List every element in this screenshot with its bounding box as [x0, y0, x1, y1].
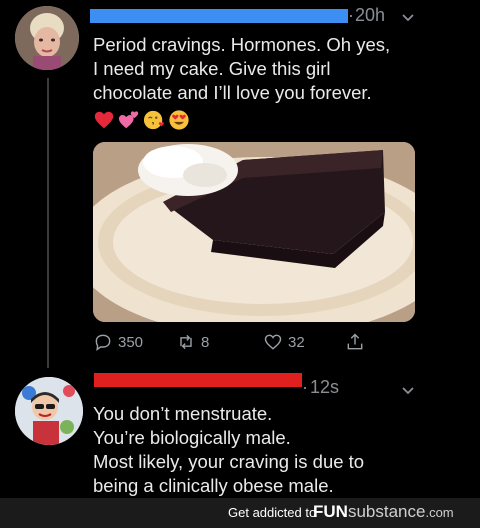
two-hearts-icon	[118, 111, 139, 129]
share-icon	[347, 333, 363, 350]
face-blowing-kiss-icon	[143, 110, 164, 130]
redacted-username	[90, 9, 348, 23]
avatar[interactable]	[15, 377, 83, 445]
reply-icon	[95, 334, 111, 352]
retweet-count: 8	[201, 333, 210, 351]
like-button[interactable]: 32	[263, 332, 305, 352]
tweet-reply[interactable]: · 12s You don’t menstruate. You’re biolo…	[0, 362, 480, 498]
tweet-line: Most likely, your craving is due to	[93, 451, 365, 472]
media-photo-chocolate-cake[interactable]	[93, 142, 415, 322]
emoji-row	[93, 109, 190, 131]
tweet-line: chocolate and I’ll love you forever.	[93, 82, 372, 103]
retweet-icon	[180, 334, 192, 350]
share-button[interactable]	[345, 332, 365, 352]
separator-dot: ·	[348, 5, 354, 25]
separator-dot: ·	[302, 377, 308, 397]
chevron-down-icon[interactable]	[401, 10, 415, 24]
tweet-original[interactable]: · 20h Period cravings. Hormones. Oh yes,…	[0, 0, 480, 368]
retweet-button[interactable]: 8	[176, 332, 209, 352]
brand-fun: FUN	[313, 502, 348, 521]
heart-eyes-face-icon	[169, 110, 189, 130]
redacted-username	[94, 373, 302, 387]
timestamp[interactable]: 20h	[355, 5, 385, 26]
tweet-actions: 350 8 32	[93, 332, 383, 356]
tweet-line: Period cravings. Hormones. Oh yes,	[93, 34, 391, 55]
tweet-body: You don’t menstruate. You’re biologicall…	[93, 402, 364, 498]
reply-count: 350	[118, 333, 144, 351]
watermark-text: Get addicted to	[228, 505, 317, 520]
avatar-illustration	[15, 377, 83, 445]
watermark-footer: Get addicted to FUNsubstance.com	[0, 498, 480, 528]
avatar-photo	[15, 6, 79, 70]
tweet-line: being a clinically obese male.	[93, 475, 334, 496]
tweet-body: Period cravings. Hormones. Oh yes, I nee…	[93, 33, 390, 105]
timestamp[interactable]: 12s	[310, 377, 339, 398]
red-heart-icon	[94, 111, 114, 129]
brand-substance: substance	[347, 502, 426, 521]
watermark-brand: FUNsubstance.com	[313, 502, 454, 522]
tweet-line: I need my cake. Give this girl	[93, 58, 331, 79]
brand-domain: .com	[425, 505, 454, 520]
thread-connector	[47, 78, 49, 368]
chevron-down-icon[interactable]	[401, 383, 415, 397]
like-icon	[264, 334, 282, 350]
like-count: 32	[288, 333, 305, 351]
avatar[interactable]	[15, 6, 79, 70]
tweet-line: You don’t menstruate.	[93, 403, 273, 424]
tweet-line: You’re biologically male.	[93, 427, 291, 448]
cake-photo	[93, 142, 415, 322]
reply-button[interactable]: 350	[93, 332, 143, 352]
